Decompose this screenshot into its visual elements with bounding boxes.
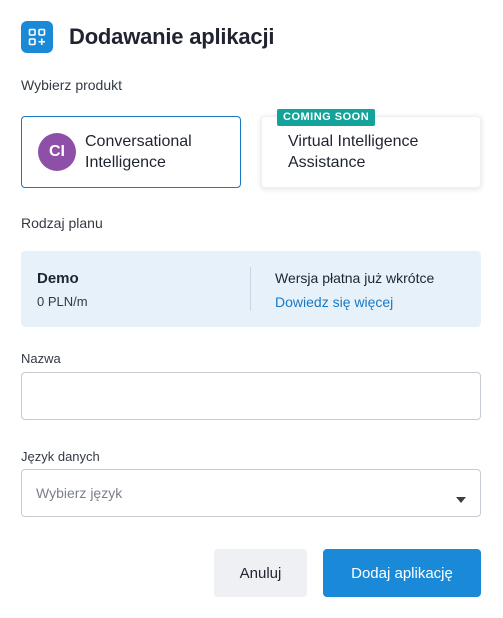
language-select[interactable]: Wybierz język xyxy=(21,469,481,517)
product-card-virtual-intelligence-assistance: COMING SOON Virtual Intelligence Assista… xyxy=(261,109,481,188)
add-application-dialog: Dodawanie aplikacji Wybierz produkt CI C… xyxy=(0,0,503,618)
add-application-button[interactable]: Dodaj aplikację xyxy=(323,549,481,597)
product-card-conversational-intelligence[interactable]: CI Conversational Intelligence xyxy=(21,116,241,188)
plan-divider xyxy=(250,267,251,311)
name-field-label: Nazwa xyxy=(21,351,61,366)
caret-down-icon xyxy=(456,490,466,508)
product-avatar: CI xyxy=(38,133,76,171)
plan-price: 0 PLN/m xyxy=(37,294,88,309)
coming-soon-badge: COMING SOON xyxy=(277,109,376,126)
name-input[interactable] xyxy=(21,372,481,420)
plan-name: Demo xyxy=(37,270,79,287)
language-select-placeholder: Wybierz język xyxy=(36,485,123,501)
product-section-label: Wybierz produkt xyxy=(21,77,123,93)
plan-section-label: Rodzaj planu xyxy=(21,215,103,231)
cancel-button[interactable]: Anuluj xyxy=(214,549,307,597)
plan-box: Demo 0 PLN/m Wersja płatna już wkrótce D… xyxy=(21,251,481,327)
language-field-label: Język danych xyxy=(21,449,100,464)
dialog-header: Dodawanie aplikacji xyxy=(21,21,274,53)
product-label: Virtual Intelligence Assistance xyxy=(288,133,419,171)
page-title: Dodawanie aplikacji xyxy=(69,24,275,49)
learn-more-link[interactable]: Dowiedz się więcej xyxy=(275,294,393,310)
apps-add-icon xyxy=(21,21,53,53)
paid-version-note: Wersja płatna już wkrótce xyxy=(275,270,435,286)
product-label: Conversational Intelligence xyxy=(85,133,192,171)
